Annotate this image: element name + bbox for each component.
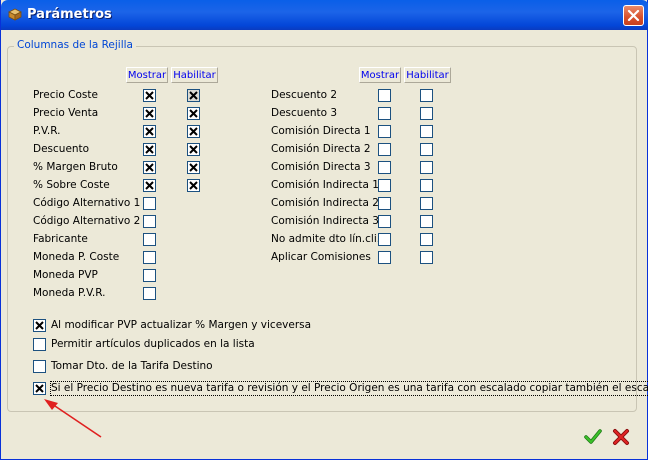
right-row-enable-checkbox[interactable] bbox=[420, 143, 433, 156]
checked-mark-icon bbox=[35, 321, 44, 330]
option-label: Si el Precio Destino es nueva tarifa o r… bbox=[49, 381, 648, 396]
right-row-show-checkbox[interactable] bbox=[378, 233, 391, 246]
option-checkbox[interactable] bbox=[33, 319, 46, 332]
right-row-enable-checkbox[interactable] bbox=[420, 107, 433, 120]
right-row-enable-checkbox[interactable] bbox=[420, 197, 433, 210]
left-row-enable-checkbox[interactable] bbox=[187, 107, 200, 120]
left-row-enable-checkbox[interactable] bbox=[187, 161, 200, 174]
checked-mark-icon bbox=[189, 91, 198, 100]
cancel-button[interactable] bbox=[612, 428, 630, 446]
left-row-label: Fabricante bbox=[33, 233, 88, 245]
right-row-show-checkbox[interactable] bbox=[378, 89, 391, 102]
right-show-header: Mostrar bbox=[359, 67, 401, 83]
right-row-enable-checkbox[interactable] bbox=[420, 161, 433, 174]
box-icon bbox=[8, 8, 22, 21]
checked-mark-icon bbox=[189, 145, 198, 154]
right-row-enable-checkbox[interactable] bbox=[420, 179, 433, 192]
left-row-label: P.V.R. bbox=[33, 125, 61, 137]
left-row-label: Precio Venta bbox=[33, 107, 99, 119]
right-row-label: No admite dto lín.cli. bbox=[271, 233, 381, 245]
option-checkbox[interactable] bbox=[33, 360, 46, 373]
left-row-show-checkbox[interactable] bbox=[143, 143, 156, 156]
ok-button[interactable] bbox=[584, 428, 602, 446]
right-row-show-checkbox[interactable] bbox=[378, 143, 391, 156]
checked-mark-icon bbox=[189, 181, 198, 190]
checked-mark-icon bbox=[189, 163, 198, 172]
close-button[interactable] bbox=[623, 5, 644, 26]
left-row-show-checkbox[interactable] bbox=[143, 233, 156, 246]
left-row-show-checkbox[interactable] bbox=[143, 179, 156, 192]
left-row-label: % Sobre Coste bbox=[33, 179, 110, 191]
left-row-show-checkbox[interactable] bbox=[143, 161, 156, 174]
checked-mark-icon bbox=[145, 127, 154, 136]
parametros-window: Parámetros Columnas de la Rejilla Mostra… bbox=[0, 0, 648, 460]
checked-mark-icon bbox=[145, 181, 154, 190]
option-checkbox[interactable] bbox=[33, 382, 46, 395]
left-row-enable-checkbox[interactable] bbox=[187, 89, 200, 102]
left-row-label: Precio Coste bbox=[33, 89, 98, 101]
left-row-label: Código Alternativo 2 bbox=[33, 215, 141, 227]
left-row-show-checkbox[interactable] bbox=[143, 107, 156, 120]
right-row-show-checkbox[interactable] bbox=[378, 197, 391, 210]
left-row-show-checkbox[interactable] bbox=[143, 269, 156, 282]
right-row-show-checkbox[interactable] bbox=[378, 161, 391, 174]
left-row-show-checkbox[interactable] bbox=[143, 197, 156, 210]
checked-mark-icon bbox=[145, 109, 154, 118]
right-row-label: Comisión Indirecta 2 bbox=[271, 197, 379, 209]
x-icon bbox=[613, 429, 629, 445]
checked-mark-icon bbox=[145, 145, 154, 154]
option-label: Al modificar PVP actualizar % Margen y v… bbox=[51, 319, 312, 331]
right-row-show-checkbox[interactable] bbox=[378, 125, 391, 138]
right-row-label: Comisión Directa 1 bbox=[271, 125, 371, 137]
left-row-label: Moneda P.V.R. bbox=[33, 287, 106, 299]
right-row-enable-checkbox[interactable] bbox=[420, 251, 433, 264]
right-enable-header: Habilitar bbox=[404, 67, 451, 83]
left-row-show-checkbox[interactable] bbox=[143, 125, 156, 138]
left-enable-header: Habilitar bbox=[171, 67, 218, 83]
left-row-label: Moneda PVP bbox=[33, 269, 98, 281]
window-title: Parámetros bbox=[27, 7, 112, 22]
right-row-label: Comisión Directa 2 bbox=[271, 143, 371, 155]
option-label: Permitir artículos duplicados en la list… bbox=[51, 338, 255, 350]
right-row-label: Comisión Indirecta 1 bbox=[271, 179, 379, 191]
right-row-show-checkbox[interactable] bbox=[378, 179, 391, 192]
left-row-label: Moneda P. Coste bbox=[33, 251, 120, 263]
close-icon bbox=[627, 9, 640, 22]
checked-mark-icon bbox=[145, 91, 154, 100]
left-row-label: Código Alternativo 1 bbox=[33, 197, 141, 209]
left-row-show-checkbox[interactable] bbox=[143, 287, 156, 300]
right-row-label: Comisión Directa 3 bbox=[271, 161, 371, 173]
option-label: Tomar Dto. de la Tarifa Destino bbox=[51, 360, 213, 372]
right-row-enable-checkbox[interactable] bbox=[420, 233, 433, 246]
left-row-show-checkbox[interactable] bbox=[143, 89, 156, 102]
left-row-show-checkbox[interactable] bbox=[143, 251, 156, 264]
right-row-show-checkbox[interactable] bbox=[378, 215, 391, 228]
checked-mark-icon bbox=[189, 109, 198, 118]
left-row-enable-checkbox[interactable] bbox=[187, 179, 200, 192]
right-row-label: Descuento 2 bbox=[271, 89, 338, 101]
left-row-label: Descuento bbox=[33, 143, 90, 155]
checkmark-icon bbox=[584, 429, 602, 444]
right-row-label: Descuento 3 bbox=[271, 107, 338, 119]
right-row-label: Comisión Indirecta 3 bbox=[271, 215, 379, 227]
left-row-show-checkbox[interactable] bbox=[143, 215, 156, 228]
left-row-label: % Margen Bruto bbox=[33, 161, 118, 173]
title-bar[interactable]: Parámetros bbox=[1, 0, 648, 30]
left-row-enable-checkbox[interactable] bbox=[187, 143, 200, 156]
checked-mark-icon bbox=[189, 127, 198, 136]
group-legend: Columnas de la Rejilla bbox=[14, 39, 136, 51]
right-row-enable-checkbox[interactable] bbox=[420, 89, 433, 102]
checked-mark-icon bbox=[145, 163, 154, 172]
right-row-show-checkbox[interactable] bbox=[378, 107, 391, 120]
left-show-header: Mostrar bbox=[126, 67, 168, 83]
right-row-enable-checkbox[interactable] bbox=[420, 215, 433, 228]
checked-mark-icon bbox=[35, 384, 44, 393]
option-checkbox[interactable] bbox=[33, 338, 46, 351]
right-row-enable-checkbox[interactable] bbox=[420, 125, 433, 138]
right-row-label: Aplicar Comisiones bbox=[271, 251, 371, 263]
left-row-enable-checkbox[interactable] bbox=[187, 125, 200, 138]
right-row-show-checkbox[interactable] bbox=[378, 251, 391, 264]
